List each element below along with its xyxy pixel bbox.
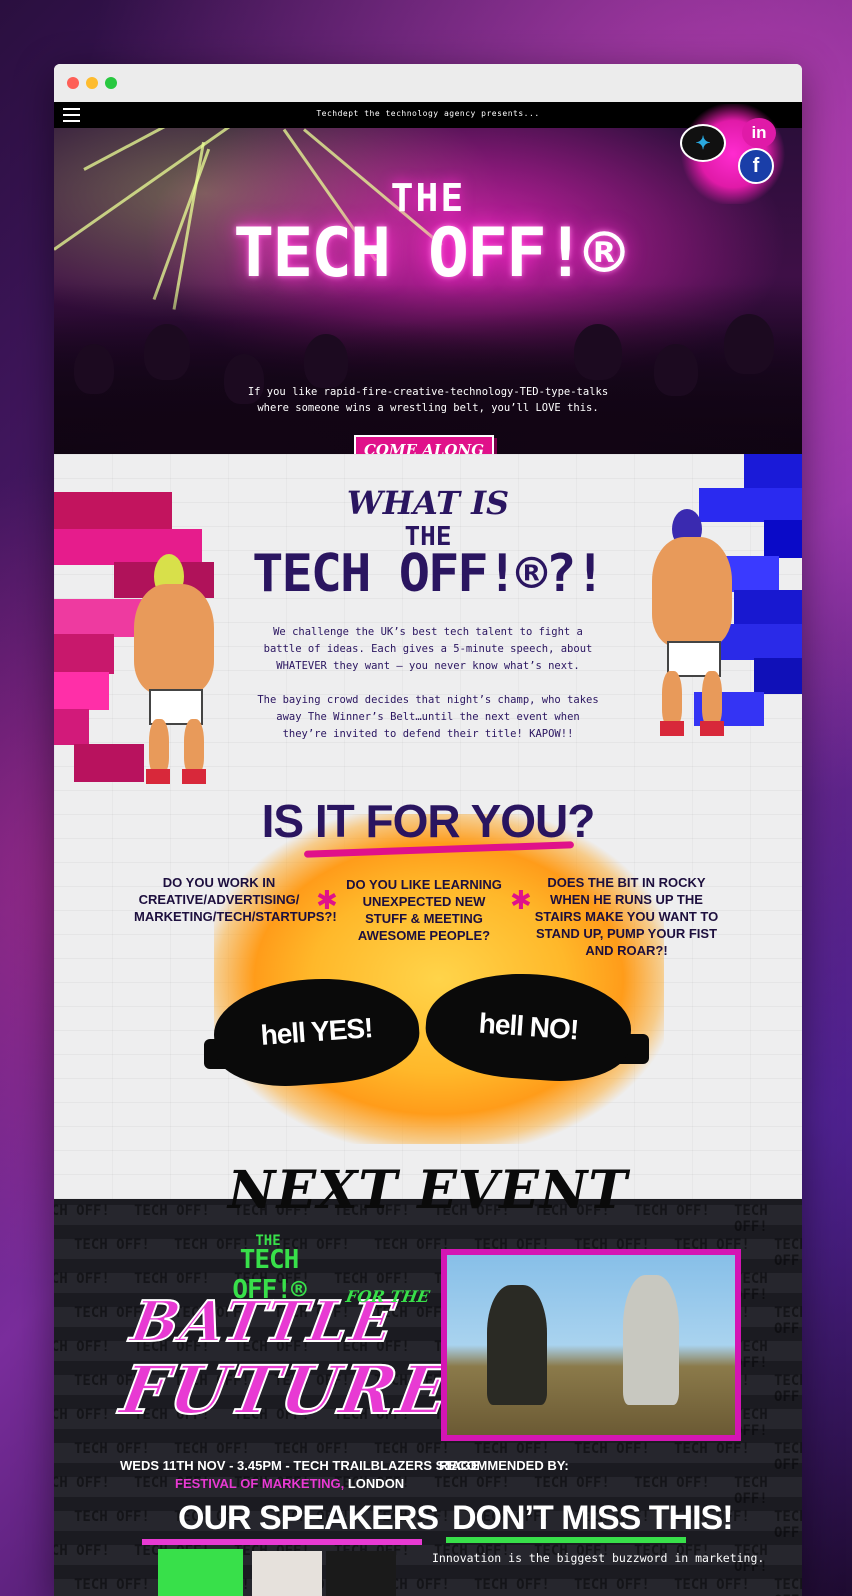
watermark-text: TECH OFF! <box>774 1509 802 1541</box>
watermark-text: TECH OFF! <box>674 1441 750 1457</box>
watermark-text: TECH OFF! <box>54 1543 110 1559</box>
watermark-text: TECH OFF! <box>634 1475 710 1491</box>
watermark-text: TECH OFF! <box>54 1407 110 1423</box>
window-chrome <box>54 64 802 103</box>
maximize-window-button[interactable] <box>105 77 117 89</box>
linkedin-icon[interactable]: in <box>742 118 776 148</box>
watermark-text: TECH OFF! <box>74 1509 150 1525</box>
watermark-text: TECH OFF! <box>374 1441 450 1457</box>
crowd-photo <box>54 284 802 454</box>
star-separator-icon: ✱ <box>316 886 338 916</box>
watermark-text: TECH OFF! <box>574 1441 650 1457</box>
event-venue: FESTIVAL OF MARKETING, LONDON <box>175 1476 404 1491</box>
watermark-text: TECH OFF! <box>734 1271 768 1303</box>
recommended-by-label: RECOMMENDED BY: <box>439 1458 569 1473</box>
what-is-heading: WHAT IS <box>346 484 510 522</box>
question-learning: Do you like learning unexpected new stuf… <box>346 877 502 943</box>
watermark-text: TECH OFF! <box>74 1237 150 1253</box>
hero-tagline-line2: where someone wins a wrestling belt, you… <box>257 402 599 414</box>
what-is-paragraph: The baying crowd decides that night’s ch… <box>257 694 599 740</box>
watermark-text: TECH OFF! <box>574 1577 650 1593</box>
social-links: ✦ in f <box>678 104 788 204</box>
watermark-text: TECH OFF! <box>54 1339 110 1355</box>
watermark-text: TECH OFF! <box>734 1339 768 1371</box>
event-title-for-the: FOR THE <box>344 1287 432 1306</box>
watermark-text: TECH OFF! <box>374 1237 450 1253</box>
watermark-text: TECH OFF! <box>74 1441 150 1457</box>
watermark-text: TECH OFF! <box>734 1475 768 1507</box>
browser-window: Techdept the technology agency presents.… <box>54 64 802 1596</box>
godzilla-figure <box>487 1285 547 1405</box>
watermark-text: TECH OFF! <box>434 1475 510 1491</box>
event-date: WEDS 11TH NOV - 3.45PM - TECH TRAILBLAZE… <box>120 1458 480 1473</box>
star-separator-icon: ✱ <box>510 886 532 916</box>
pixel-block <box>54 709 89 745</box>
speaker-photo[interactable] <box>326 1551 396 1596</box>
event-venue-city: LONDON <box>344 1476 405 1491</box>
watermark-text: TECH OFF! <box>534 1475 610 1491</box>
what-is-paragraph: We challenge the UK’s best tech talent t… <box>263 626 593 672</box>
hero-tagline: If you like rapid-fire-creative-technolo… <box>54 384 802 416</box>
watermark-text: TECH OFF! <box>474 1577 550 1593</box>
explosion-cloud-illustration <box>214 814 664 1144</box>
pixel-block <box>54 634 114 674</box>
watermark-text: TECH OFF! <box>774 1305 802 1337</box>
hero-logo: TECH OFF!® <box>233 214 624 293</box>
watermark-text: TECH OFF! <box>774 1577 802 1596</box>
event-poster-image <box>441 1249 741 1441</box>
next-event-section: TECH OFF!TECH OFF!TECH OFF!TECH OFF!TECH… <box>54 1199 802 1596</box>
mechagodzilla-figure <box>623 1275 679 1405</box>
speaker-photo-placeholder <box>158 1549 243 1596</box>
is-it-for-you-heading: IS IT FOR YOU? <box>261 795 596 847</box>
question-work: Do you work in creative/advertising/ mar… <box>134 875 337 924</box>
what-is-description: We challenge the UK’s best tech talent t… <box>254 624 602 760</box>
event-venue-festival[interactable]: FESTIVAL OF MARKETING, <box>175 1476 344 1491</box>
watermark-text: TECH OFF! <box>474 1441 550 1457</box>
watermark-text: TECH OFF! <box>174 1441 250 1457</box>
close-window-button[interactable] <box>67 77 79 89</box>
our-speakers-heading: OUR SPEAKERS <box>178 1499 439 1537</box>
speaker-photo[interactable] <box>252 1551 322 1596</box>
watermark-text: TECH OFF! <box>774 1237 802 1269</box>
what-is-section: WHAT IS THE TECH OFF!®?! We challenge th… <box>54 454 802 1199</box>
watermark-text: TECH OFF! <box>54 1475 110 1491</box>
next-event-heading: NEXT EVENT <box>227 1160 629 1221</box>
dont-miss-text: Innovation is the biggest buzzword in ma… <box>432 1551 765 1565</box>
watermark-text: TECH OFF! <box>734 1407 768 1439</box>
watermark-text: TECH OFF! <box>54 1271 110 1287</box>
speakers-underline <box>142 1539 422 1545</box>
dont-miss-heading: DON’T MISS THIS! <box>452 1499 734 1537</box>
watermark-text: TECH OFF! <box>674 1577 750 1593</box>
facebook-icon[interactable]: f <box>738 148 774 184</box>
twitter-icon[interactable]: ✦ <box>680 124 726 162</box>
what-is-logo: TECH OFF!®?! <box>252 544 606 604</box>
question-rocky: Does the bit in Rocky when he runs up th… <box>534 875 719 958</box>
pixel-block <box>754 658 802 694</box>
hero-tagline-line1: If you like rapid-fire-creative-technolo… <box>247 386 609 398</box>
pixel-block <box>54 672 109 710</box>
minimize-window-button[interactable] <box>86 77 98 89</box>
watermark-text: TECH OFF! <box>774 1373 802 1405</box>
watermark-text: TECH OFF! <box>274 1441 350 1457</box>
light-beam <box>83 128 288 171</box>
watermark-text: TECH OFF! <box>334 1271 410 1287</box>
watermark-text: TECH OFF! <box>774 1441 802 1473</box>
watermark-text: TECH OFF! <box>134 1271 210 1287</box>
watermark-text: TECH OFF! <box>74 1577 150 1593</box>
come-along-button[interactable]: COME ALONG <box>354 435 494 454</box>
event-title-future: FUTURE <box>114 1350 458 1430</box>
